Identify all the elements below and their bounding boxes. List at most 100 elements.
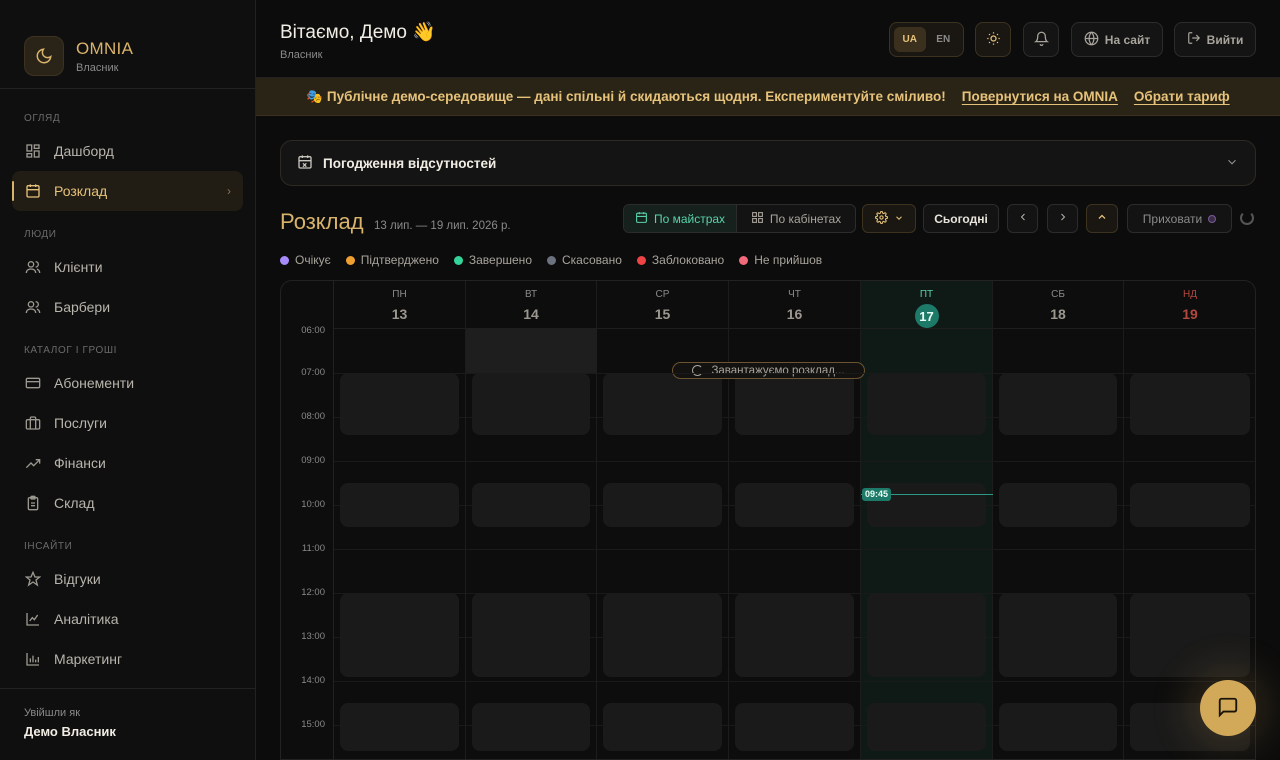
hour-gridline [334, 549, 1255, 550]
logout-button[interactable]: Вийти [1174, 22, 1256, 57]
day-number: 15 [654, 306, 671, 322]
chat-icon [1217, 696, 1239, 721]
day-header[interactable]: ПН 13 [334, 281, 465, 329]
chat-button[interactable] [1200, 680, 1256, 736]
legend-label: Підтверджено [360, 253, 439, 267]
calendar-icon [24, 182, 42, 200]
nav-section-insights: ІНСАЙТИ [24, 541, 73, 552]
skeleton-block [340, 373, 459, 435]
theme-toggle-button[interactable] [975, 22, 1011, 57]
choose-plan-link[interactable]: Обрати тариф [1134, 89, 1230, 104]
sidebar-item-subscriptions[interactable]: Абонементи [12, 363, 243, 403]
sidebar-item-schedule[interactable]: Розклад › [12, 171, 243, 211]
dashboard-icon [24, 142, 42, 160]
collapse-button[interactable] [1086, 204, 1118, 233]
skeleton-block [867, 593, 986, 677]
trend-icon [24, 454, 42, 472]
sidebar-footer: Увійшли як Демо Власник [0, 688, 256, 760]
clipboard-icon [24, 494, 42, 512]
sidebar-item-services[interactable]: Послуги [12, 403, 243, 443]
sidebar-item-warehouse[interactable]: Склад [12, 483, 243, 523]
hour-gridline [334, 417, 1255, 418]
sidebar-item-clients[interactable]: Клієнти [12, 247, 243, 287]
legend-dot [547, 255, 556, 265]
skeleton-block [472, 373, 590, 435]
day-header[interactable]: СБ 18 [993, 281, 1123, 329]
legend-label: Завершено [468, 253, 532, 267]
lang-ua-button[interactable]: UA [894, 27, 926, 52]
today-button[interactable]: Сьогодні [923, 204, 999, 233]
chevron-down-icon [894, 212, 904, 226]
main-content: Вітаємо, Демо 👋 Власник UA EN На сайт Ви… [256, 0, 1280, 760]
skeleton-block [603, 373, 722, 435]
site-button[interactable]: На сайт [1071, 22, 1163, 57]
skeleton-block [999, 373, 1117, 435]
calendar-icon [635, 211, 648, 227]
by-rooms-label: По кабінетах [769, 211, 842, 226]
legend-dot [345, 255, 355, 265]
logout-icon [1187, 31, 1201, 48]
day-name: ПН [392, 289, 407, 300]
nav-section-people: ЛЮДИ [24, 229, 57, 240]
by-masters-tab[interactable]: По майстрах [624, 205, 738, 232]
notifications-button[interactable] [1023, 22, 1059, 57]
legend-item: Завершено [453, 253, 532, 267]
day-name: СБ [1051, 289, 1065, 300]
day-number: 19 [1182, 306, 1198, 322]
hide-button[interactable]: Приховати [1127, 204, 1232, 233]
sidebar-item-analytics[interactable]: Аналітика [12, 599, 243, 639]
legend-dot [636, 255, 646, 265]
legend-item: Скасовано [547, 253, 622, 267]
loading-text: Завантажуємо розклад... [711, 364, 845, 377]
sidebar-item-marketing[interactable]: Маркетинг [12, 639, 243, 679]
sidebar-item-dashboard[interactable]: Дашборд [12, 131, 243, 171]
sidebar-item-finance[interactable]: Фінанси [12, 443, 243, 483]
chevron-right-icon [1057, 211, 1069, 226]
sidebar-item-label: Барбери [54, 299, 111, 315]
brand-title: OMNIA [76, 38, 134, 58]
time-label: 07:00 [301, 367, 325, 378]
status-legend: Очікує Підтверджено Завершено Скасовано … [280, 253, 822, 267]
skeleton-block [735, 703, 854, 751]
language-switch[interactable]: UA EN [889, 22, 964, 57]
skeleton-block [472, 593, 590, 677]
users-icon [24, 258, 42, 276]
lang-en-button[interactable]: EN [928, 27, 960, 52]
skeleton-block [735, 593, 854, 677]
back-to-omnia-link[interactable]: Повернутися на OMNIA [962, 89, 1118, 104]
absence-panel-title: Погодження відсутностей [323, 155, 497, 171]
day-name: НД [1183, 289, 1197, 300]
next-week-button[interactable] [1047, 204, 1078, 233]
sidebar-item-label: Клієнти [54, 259, 103, 275]
sidebar-item-reviews[interactable]: Відгуки [12, 559, 243, 599]
sidebar-item-label: Дашборд [54, 143, 114, 159]
briefcase-icon [24, 414, 42, 432]
day-header[interactable]: ПТ 17 [861, 281, 992, 329]
sidebar-item-label: Маркетинг [54, 651, 123, 667]
week-calendar: ПН 13 ВТ 14 СР 15 ЧТ 16 ПТ 17 СБ 18 НД 19 Завантажуєм… [280, 280, 1256, 760]
by-rooms-tab[interactable]: По кабінетах [737, 205, 855, 232]
settings-dropdown-button[interactable] [862, 204, 916, 233]
skeleton-block [340, 593, 459, 677]
day-header[interactable]: НД 19 [1124, 281, 1255, 329]
time-column [281, 281, 334, 759]
chevron-down-icon [1225, 155, 1239, 172]
absence-approval-panel[interactable]: Погодження відсутностей [280, 140, 1256, 186]
page-title: Вітаємо, Демо 👋 [280, 22, 436, 43]
day-header[interactable]: ЧТ 16 [729, 281, 860, 329]
day-header[interactable]: ВТ 14 [466, 281, 596, 329]
skeleton-block [867, 373, 986, 435]
legend-label: Очікує [295, 253, 331, 267]
moon-icon [24, 36, 64, 76]
sidebar-item-label: Розклад [54, 183, 108, 199]
prev-week-button[interactable] [1007, 204, 1038, 233]
time-label: 15:00 [301, 719, 325, 730]
skeleton-block [867, 703, 986, 751]
time-label: 10:00 [301, 499, 325, 510]
hour-gridline [334, 637, 1255, 638]
legend-item: Очікує [280, 253, 331, 267]
by-masters-label: По майстрах [653, 211, 726, 226]
sidebar-item-barbers[interactable]: Барбери [12, 287, 243, 327]
day-header[interactable]: СР 15 [597, 281, 728, 329]
grid-icon [751, 211, 764, 227]
